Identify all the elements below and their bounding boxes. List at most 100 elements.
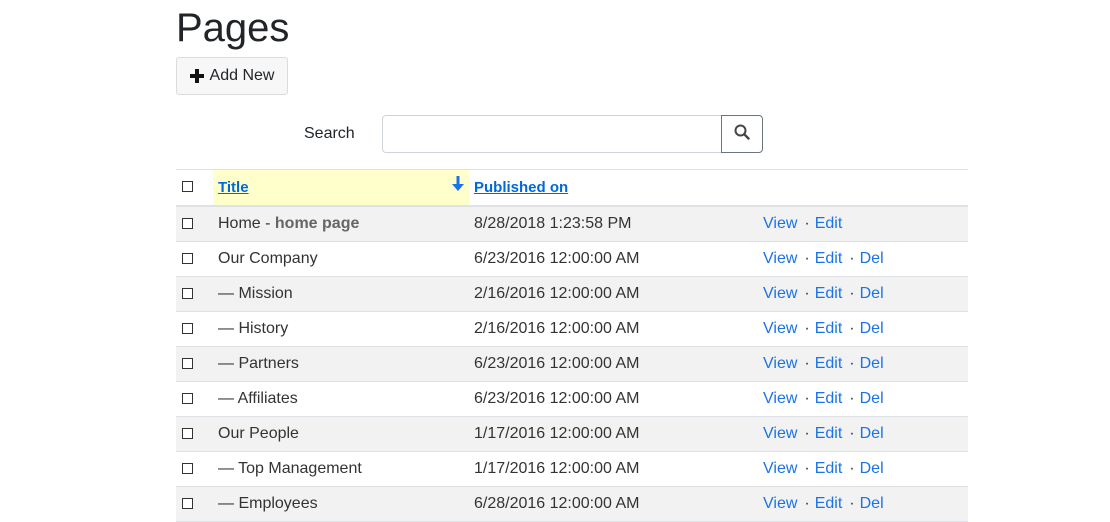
edit-link[interactable]: Edit: [815, 425, 843, 442]
view-link[interactable]: View: [763, 460, 797, 477]
search-button[interactable]: [721, 115, 763, 153]
edit-link[interactable]: Edit: [815, 355, 843, 372]
action-separator: ·: [804, 460, 810, 477]
action-separator: ·: [849, 355, 855, 372]
delete-link[interactable]: Del: [860, 460, 884, 477]
table-row: — Top Management 1/17/2016 12:00:00 AM Vie…: [176, 452, 968, 487]
action-separator: ·: [849, 495, 855, 512]
row-checkbox[interactable]: [182, 463, 193, 474]
action-separator: ·: [804, 495, 810, 512]
page-title-text: — Affiliates: [218, 390, 298, 407]
view-link[interactable]: View: [763, 285, 797, 302]
edit-link[interactable]: Edit: [815, 320, 843, 337]
published-date-cell: 6/23/2016 12:00:00 AM: [474, 390, 640, 407]
page-title-cell: — Employees: [218, 495, 318, 513]
page-title-text: — Top Management: [218, 460, 362, 477]
row-actions: View · Edit · Del: [763, 425, 884, 443]
published-date-cell: 6/23/2016 12:00:00 AM: [474, 250, 640, 267]
page-title-text: — History: [218, 320, 289, 337]
plus-icon: [189, 69, 204, 83]
table-row: — Partners 6/23/2016 12:00:00 AM View · Edit…: [176, 347, 968, 382]
table-header-row: Title Published on: [176, 170, 968, 207]
page-title-cell: — Top Management: [218, 460, 362, 478]
page-title-cell: — History: [218, 320, 288, 338]
published-date-cell: 6/23/2016 12:00:00 AM: [474, 355, 640, 372]
delete-link[interactable]: Del: [860, 495, 884, 512]
view-link[interactable]: View: [763, 425, 797, 442]
delete-link[interactable]: Del: [860, 425, 884, 442]
page-title-text: Home: [218, 215, 261, 232]
row-actions: View · Edit · Del: [763, 390, 884, 408]
row-actions: View · Edit · Del: [763, 460, 884, 478]
view-link[interactable]: View: [763, 215, 797, 232]
table-row: — Employees 6/28/2016 12:00:00 AM View · Edi…: [176, 487, 968, 522]
action-separator: ·: [849, 250, 855, 267]
published-date-cell: 6/28/2016 12:00:00 AM: [474, 495, 640, 512]
view-link[interactable]: View: [763, 320, 797, 337]
page-title: Pages: [176, 6, 290, 50]
row-checkbox[interactable]: [182, 253, 193, 264]
search-input[interactable]: [382, 115, 722, 153]
search-label: Search: [304, 125, 355, 142]
row-checkbox[interactable]: [182, 393, 193, 404]
action-separator: ·: [804, 250, 810, 267]
title-sort-link[interactable]: Title: [218, 179, 249, 196]
delete-link[interactable]: Del: [860, 320, 884, 337]
arrow-down-icon: [452, 176, 464, 197]
page-title-cell: — Affiliates: [218, 390, 298, 408]
row-actions: View · Edit · Del: [763, 320, 884, 338]
action-separator: ·: [804, 355, 810, 372]
view-link[interactable]: View: [763, 390, 797, 407]
delete-link[interactable]: Del: [860, 285, 884, 302]
delete-link[interactable]: Del: [860, 355, 884, 372]
published-date-cell: 1/17/2016 12:00:00 AM: [474, 460, 640, 477]
row-actions: View · Edit: [763, 215, 842, 233]
row-checkbox[interactable]: [182, 323, 193, 334]
page-title-cell: — Partners: [218, 355, 299, 373]
table-row: Home - home page 8/28/2018 1:23:58 PM View…: [176, 207, 968, 242]
pages-table: Title Published on Home - home page 8/28/…: [176, 169, 968, 522]
edit-link[interactable]: Edit: [815, 250, 843, 267]
table-row: — Mission 2/16/2016 12:00:00 AM View · Edit ·…: [176, 277, 968, 312]
published-sort-link[interactable]: Published on: [474, 179, 568, 196]
page-title-text: Our Company: [218, 250, 318, 267]
edit-link[interactable]: Edit: [815, 285, 843, 302]
row-actions: View · Edit · Del: [763, 250, 884, 268]
search-icon: [734, 124, 750, 145]
edit-link[interactable]: Edit: [815, 215, 843, 232]
published-date-cell: 1/17/2016 12:00:00 AM: [474, 425, 640, 442]
add-new-label: Add New: [209, 67, 275, 84]
action-separator: ·: [804, 390, 810, 407]
row-checkbox[interactable]: [182, 288, 193, 299]
page-title-text: — Partners: [218, 355, 299, 372]
published-date-cell: 2/16/2016 12:00:00 AM: [474, 285, 640, 302]
page-title-cell: Our People: [218, 425, 299, 443]
table-row: — History 2/16/2016 12:00:00 AM View · Edit ·…: [176, 312, 968, 347]
row-actions: View · Edit · Del: [763, 495, 884, 513]
page-subtitle-text: home page: [274, 215, 360, 232]
action-separator: ·: [849, 390, 855, 407]
table-row: Our Company 6/23/2016 12:00:00 AM View · Edi…: [176, 242, 968, 277]
delete-link[interactable]: Del: [860, 390, 884, 407]
action-separator: ·: [849, 320, 855, 337]
page-title-cell: — Mission: [218, 285, 293, 303]
delete-link[interactable]: Del: [860, 250, 884, 267]
edit-link[interactable]: Edit: [815, 495, 843, 512]
add-new-button[interactable]: Add New: [176, 57, 288, 95]
row-checkbox[interactable]: [182, 358, 193, 369]
view-link[interactable]: View: [763, 355, 797, 372]
action-separator: ·: [849, 425, 855, 442]
action-separator: ·: [804, 285, 810, 302]
view-link[interactable]: View: [763, 495, 797, 512]
row-checkbox[interactable]: [182, 428, 193, 439]
action-separator: ·: [804, 425, 810, 442]
row-actions: View · Edit · Del: [763, 285, 884, 303]
title-column-header: Title: [213, 170, 469, 205]
row-checkbox[interactable]: [182, 218, 193, 229]
edit-link[interactable]: Edit: [815, 390, 843, 407]
action-separator: ·: [849, 460, 855, 477]
page-title-text: — Mission: [218, 285, 293, 302]
edit-link[interactable]: Edit: [815, 460, 843, 477]
select-all-checkbox[interactable]: [182, 181, 193, 192]
view-link[interactable]: View: [763, 250, 797, 267]
